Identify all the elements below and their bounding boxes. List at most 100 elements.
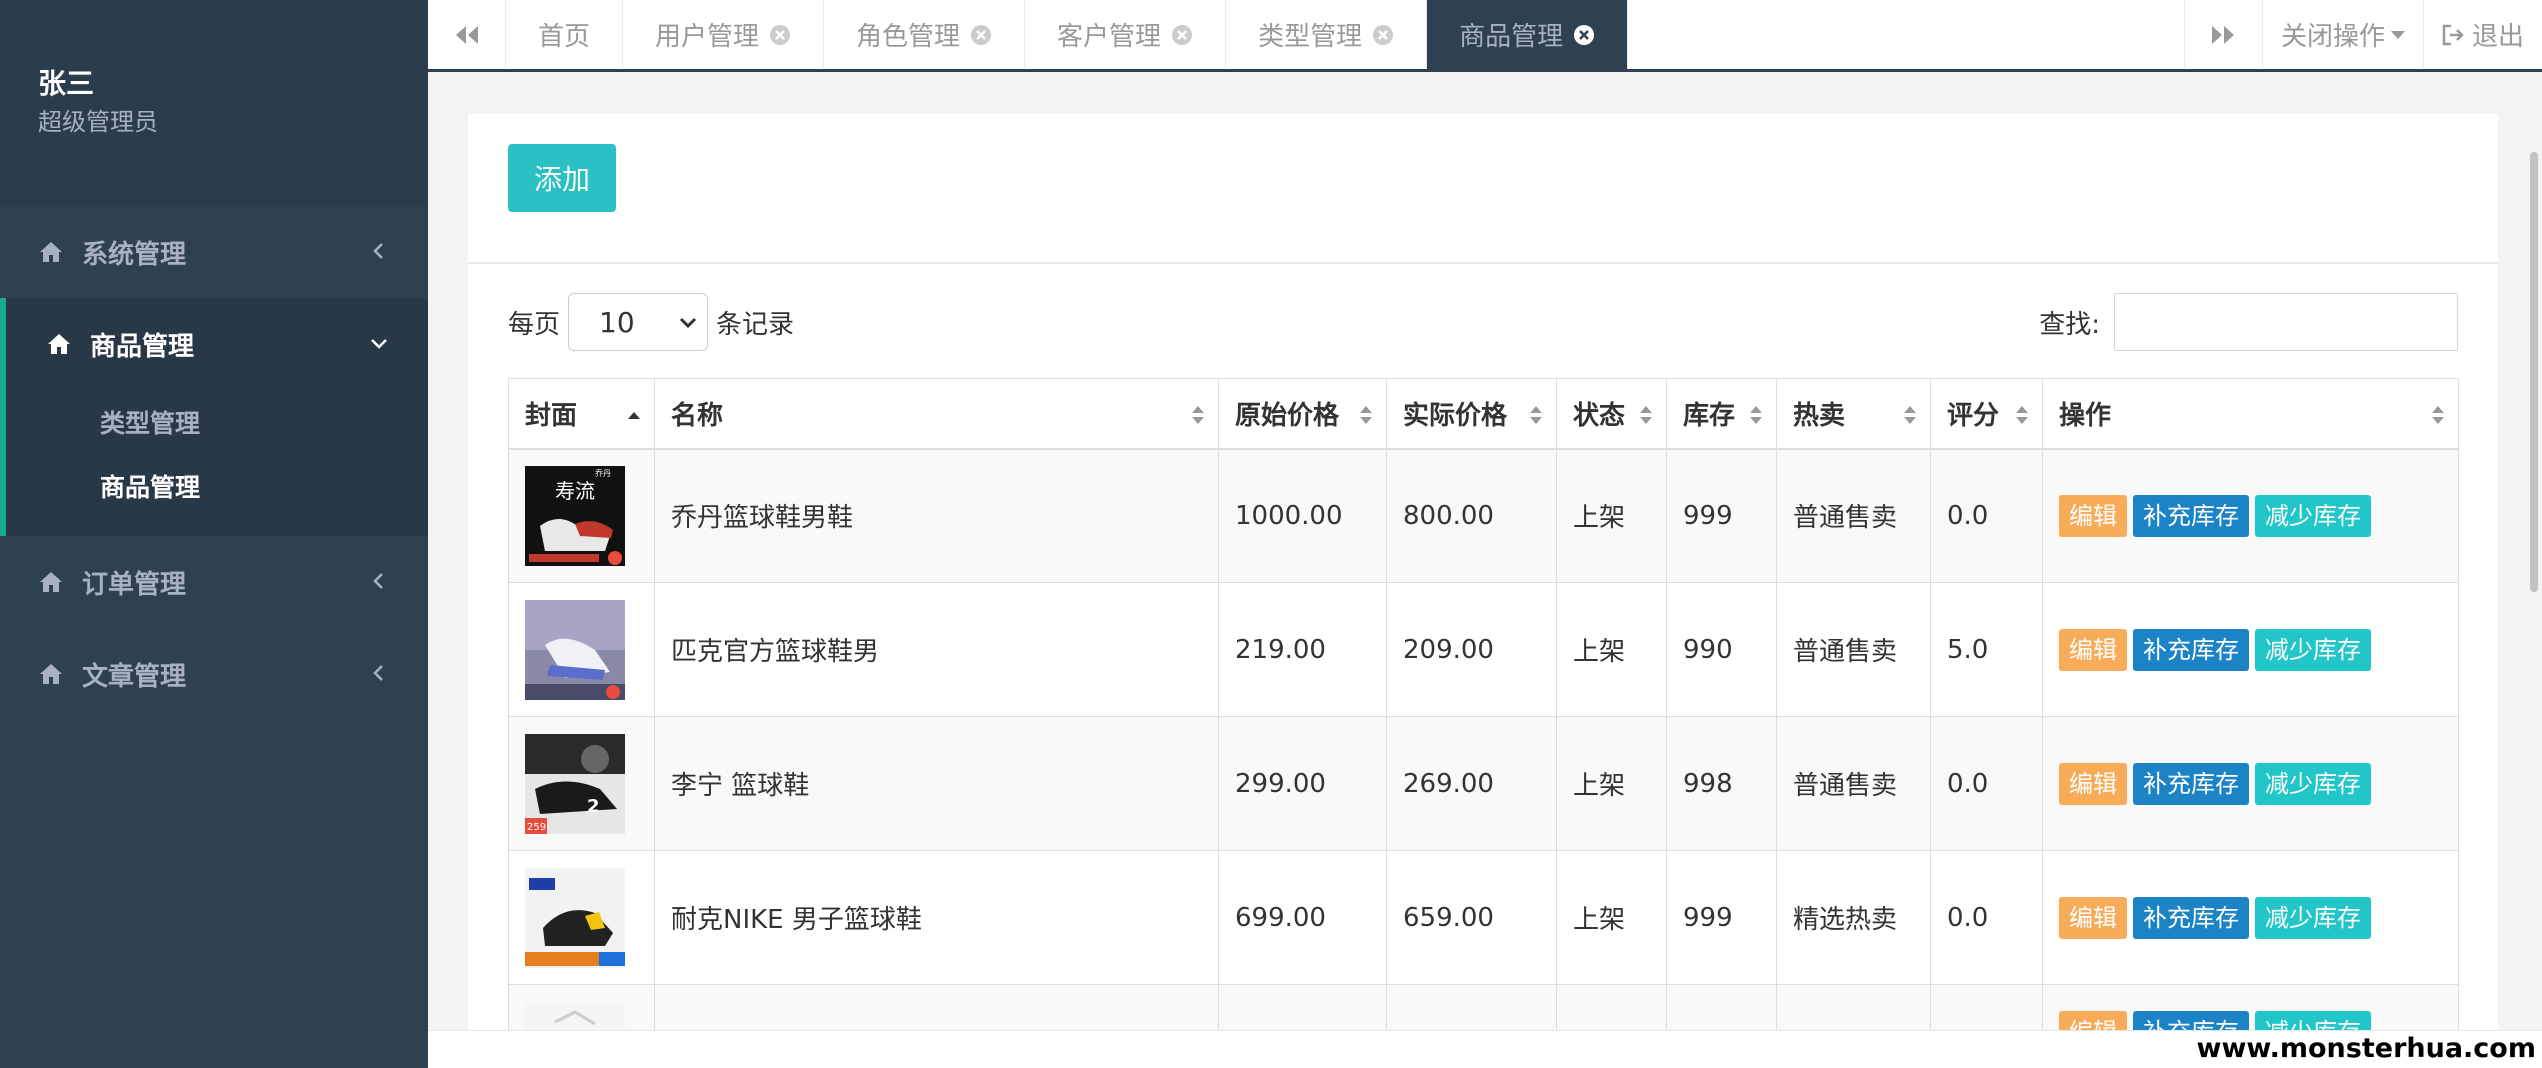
cover-tag: 乔丹 [595,468,611,478]
column-header-original-price[interactable]: 原始价格 [1218,378,1387,450]
original-price-cell: 699.00 [1218,850,1387,985]
vertical-scrollbar[interactable] [2530,152,2538,592]
edit-button[interactable]: 编辑 [2059,1011,2127,1030]
add-stock-button[interactable]: 补充库存 [2133,628,2249,671]
product-cover-image[interactable] [525,599,625,700]
sidebar-item-label: 文章管理 [82,661,187,692]
tab-user-management[interactable]: 用户管理 [623,0,825,69]
edit-button[interactable]: 编辑 [2059,762,2127,805]
tab-label: 客户管理 [1057,22,1162,52]
main-content: 添加 每页 10 条记录 查找: 封面 名称 原始价格 实际价格 状态 库存 热… [428,72,2542,1030]
tab-scroll-right-button[interactable] [2183,0,2262,69]
caret-down-icon [2390,30,2405,39]
hot-cell: 普通售卖 [1776,582,1931,717]
reduce-stock-button[interactable]: 减少库存 [2255,1011,2371,1030]
sidebar-item-system[interactable]: 系统管理 [0,206,428,298]
column-header-rating[interactable]: 评分 [1930,378,2043,450]
sidebar-item-articles[interactable]: 文章管理 [0,628,428,720]
actions-cell: 编辑补充库存减少库存 [2042,984,2459,1030]
sidebar-group-goods: 商品管理 类型管理 商品管理 [0,298,428,536]
product-cover-image[interactable] [525,867,625,968]
reduce-stock-button[interactable]: 减少库存 [2255,628,2371,671]
column-header-stock[interactable]: 库存 [1666,378,1777,450]
sidebar-item-orders[interactable]: 订单管理 [0,536,428,628]
rating-cell: 0.0 [1930,448,2043,583]
stock-cell: 999 [1666,448,1777,583]
edit-button[interactable]: 编辑 [2059,494,2127,537]
status-cell: 上架 [1556,582,1667,717]
logout-button[interactable]: 退出 [2422,0,2542,69]
hot-cell: 普通售卖 [1776,448,1931,583]
column-header-actions[interactable]: 操作 [2042,378,2459,450]
user-profile: 张三 超级管理员 [0,0,428,206]
tab-spacer [1628,0,2184,69]
column-label: 封面 [525,400,578,431]
close-icon[interactable] [1372,24,1394,46]
product-cover-image[interactable]: 寿流 乔丹 [525,465,625,566]
tab-goods-management[interactable]: 商品管理 [1427,0,1629,69]
reduce-stock-button[interactable]: 减少库存 [2255,896,2371,939]
sort-icon [1360,406,1372,424]
product-cover-image[interactable]: 2 259 [525,733,625,834]
column-header-actual-price[interactable]: 实际价格 [1386,378,1557,450]
column-label: 名称 [671,400,724,431]
product-cover-image[interactable] [525,1001,625,1031]
user-name[interactable]: 张三 [38,64,428,104]
add-button[interactable]: 添加 [508,144,616,212]
add-stock-button[interactable]: 补充库存 [2133,896,2249,939]
table-header-row: 封面 名称 原始价格 实际价格 状态 库存 热卖 评分 操作 [508,378,2459,450]
tab-label: 商品管理 [1459,22,1564,52]
tab-home[interactable]: 首页 [506,0,624,69]
tab-scroll-left-button[interactable] [428,0,506,69]
tab-type-management[interactable]: 类型管理 [1226,0,1428,69]
reduce-stock-button[interactable]: 减少库存 [2255,494,2371,537]
stock-cell [1666,984,1777,1030]
actions-cell: 编辑补充库存减少库存 [2042,850,2459,985]
status-cell [1556,984,1667,1030]
add-stock-button[interactable]: 补充库存 [2133,494,2249,537]
search-input[interactable] [2114,293,2458,351]
stock-cell: 999 [1666,850,1777,985]
close-icon[interactable] [1171,24,1193,46]
status-cell: 上架 [1556,716,1667,851]
column-header-hot[interactable]: 热卖 [1776,378,1931,450]
edit-button[interactable]: 编辑 [2059,628,2127,671]
close-icon[interactable] [1573,24,1595,46]
search-control: 查找: [2039,292,2458,352]
sidebar-item-goods[interactable]: 商品管理 [6,298,428,390]
tab-customer-management[interactable]: 客户管理 [1025,0,1227,69]
page-length-select[interactable]: 10 [568,293,709,351]
close-operations-dropdown[interactable]: 关闭操作 [2261,0,2423,69]
actions-cell: 编辑补充库存减少库存 [2042,582,2459,717]
cover-text: 寿流 [555,479,595,503]
per-page-suffix: 条记录 [716,309,795,340]
column-header-cover[interactable]: 封面 [508,378,655,450]
sidebar-subitem-type-management[interactable]: 类型管理 [6,390,428,454]
forward-icon [2212,25,2235,44]
column-header-name[interactable]: 名称 [654,378,1219,450]
rating-cell: 0.0 [1930,850,2043,985]
name-cell [654,984,1219,1030]
chevron-down-icon [679,317,697,329]
add-stock-button[interactable]: 补充库存 [2133,1011,2249,1030]
goods-table: 封面 名称 原始价格 实际价格 状态 库存 热卖 评分 操作 寿流 乔丹 乔丹篮… [508,378,2459,1030]
tab-role-management[interactable]: 角色管理 [824,0,1026,69]
logout-label: 退出 [2471,22,2524,52]
sort-icon [1904,406,1916,424]
add-stock-button[interactable]: 补充库存 [2133,762,2249,805]
hot-cell [1776,984,1931,1030]
column-header-status[interactable]: 状态 [1556,378,1667,450]
sidebar-item-label: 系统管理 [82,239,187,270]
reduce-stock-button[interactable]: 减少库存 [2255,762,2371,805]
close-icon[interactable] [769,24,791,46]
original-price-cell [1218,984,1387,1030]
watermark-text: www.monsterhua.com [2196,1033,2536,1064]
cover-cell: 2 259 [508,716,655,851]
rating-cell: 0.0 [1930,716,2043,851]
actual-price-cell [1386,984,1557,1030]
hot-cell: 精选热卖 [1776,850,1931,985]
close-operations-label: 关闭操作 [2280,22,2385,52]
edit-button[interactable]: 编辑 [2059,896,2127,939]
close-icon[interactable] [970,24,992,46]
sidebar-subitem-goods-management[interactable]: 商品管理 [6,454,428,518]
